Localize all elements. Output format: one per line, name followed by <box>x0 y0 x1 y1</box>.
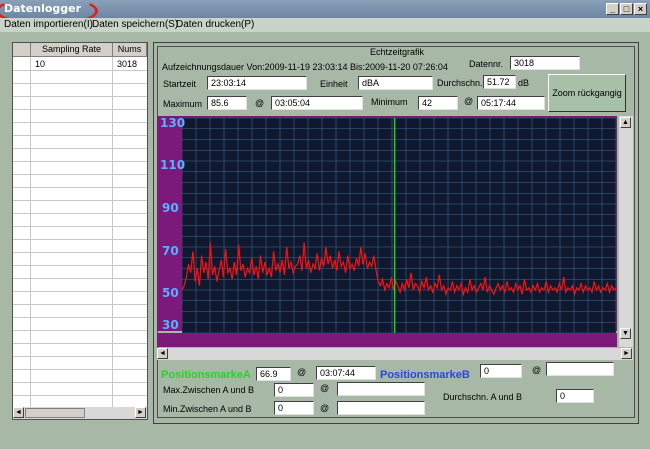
avg-between-ab-value[interactable]: 0 <box>556 389 594 403</box>
y-tick-label: 30 <box>162 318 179 332</box>
table-horizontal-scrollbar[interactable]: ◄ ► <box>13 407 147 419</box>
close-icon[interactable]: × <box>634 3 647 15</box>
realtime-chart[interactable] <box>182 118 616 333</box>
avg-between-ab-label: Durchschn. A und B <box>443 392 523 402</box>
maximum-at: @ <box>255 98 265 108</box>
y-tick-label: 70 <box>162 244 179 258</box>
minimize-icon[interactable]: _ <box>606 3 619 15</box>
scroll-right-icon[interactable]: ► <box>135 407 146 418</box>
position-marker-b-value[interactable]: 0 <box>480 364 522 378</box>
position-marker-a-time[interactable]: 03:07:44 <box>316 366 376 380</box>
min-between-ab-value[interactable]: 0 <box>274 401 314 415</box>
datennr-label: Datennr. <box>469 59 504 69</box>
max-between-ab-time[interactable] <box>337 382 425 396</box>
y-tick-label: 130 <box>160 116 186 130</box>
data-table: Sampling Rate Nums 10 3018 ◄ ► <box>12 42 148 420</box>
panel-title: Echtzeitgrafik <box>368 47 427 57</box>
scroll-up-icon[interactable]: ▲ <box>620 117 631 128</box>
einheit-label: Einheit <box>320 79 348 89</box>
menu-import[interactable]: Daten importieren(I) <box>4 19 93 30</box>
menu-print[interactable]: Daten drucken(P) <box>176 19 254 30</box>
table-cell-nums[interactable]: 3018 <box>117 59 137 69</box>
minimum-time-field[interactable]: 05:17:44 <box>477 96 545 110</box>
startzeit-label: Startzeit <box>163 79 197 89</box>
table-cell-sampling-rate[interactable]: 10 <box>35 59 45 69</box>
min-between-ab-time[interactable] <box>337 401 425 415</box>
max-between-ab-value[interactable]: 0 <box>274 383 314 397</box>
durchschn-field[interactable]: 51.72 <box>483 75 516 89</box>
position-marker-a-value[interactable]: 66.9 <box>256 367 291 381</box>
y-tick-label: 90 <box>162 201 179 215</box>
durchschn-unit: dB <box>518 78 530 88</box>
y-tick-label: 110 <box>160 158 186 172</box>
max-between-ab-at: @ <box>320 383 330 393</box>
minimum-at: @ <box>464 96 474 106</box>
position-marker-a-at: @ <box>297 367 307 377</box>
scroll-left-icon[interactable]: ◄ <box>13 407 24 418</box>
min-between-ab-at: @ <box>320 403 330 413</box>
y-tick-label: 50 <box>162 286 179 300</box>
column-header-nums[interactable]: Nums <box>113 43 147 57</box>
position-marker-a-label: PositionsmarkeA <box>161 369 251 381</box>
einheit-field[interactable]: dBA <box>358 76 433 90</box>
table-corner <box>13 43 31 57</box>
scroll-thumb[interactable] <box>25 408 85 418</box>
chart-bottom-band <box>157 333 617 347</box>
chart-vertical-scrollbar[interactable]: ▲ ▼ <box>619 116 633 347</box>
maximum-field[interactable]: 85.6 <box>207 96 247 110</box>
max-between-ab-label: Max.Zwischen A und B <box>163 385 255 395</box>
durchschn-label: Durchschn. <box>437 78 483 88</box>
scroll-left-icon[interactable]: ◄ <box>157 348 168 359</box>
minimum-field[interactable]: 42 <box>418 96 458 110</box>
scroll-down-icon[interactable]: ▼ <box>620 328 631 339</box>
chart-horizontal-scrollbar[interactable]: ◄ ► <box>157 348 633 360</box>
zoom-undo-button[interactable]: Zoom rückgangig <box>548 74 626 112</box>
recording-duration: Aufzeichnungsdauer Von:2009-11-19 23:03:… <box>162 62 448 72</box>
startzeit-field[interactable]: 23:03:14 <box>207 76 307 90</box>
position-marker-b-time[interactable] <box>546 362 614 376</box>
column-header-sampling-rate[interactable]: Sampling Rate <box>31 43 113 57</box>
minimum-label: Minimum <box>371 97 408 107</box>
scroll-right-icon[interactable]: ► <box>621 348 632 359</box>
maximize-icon[interactable]: □ <box>620 3 633 15</box>
menu-save[interactable]: Daten speichern(S) <box>92 19 178 30</box>
min-between-ab-label: Min.Zwischen A und B <box>163 404 252 414</box>
maximum-label: Maximum <box>163 99 203 109</box>
maximum-time-field[interactable]: 03:05:04 <box>271 96 363 110</box>
position-marker-b-at: @ <box>532 365 542 375</box>
datennr-field[interactable]: 3018 <box>510 56 580 70</box>
position-marker-b-label: PositionsmarkeB <box>380 369 470 381</box>
